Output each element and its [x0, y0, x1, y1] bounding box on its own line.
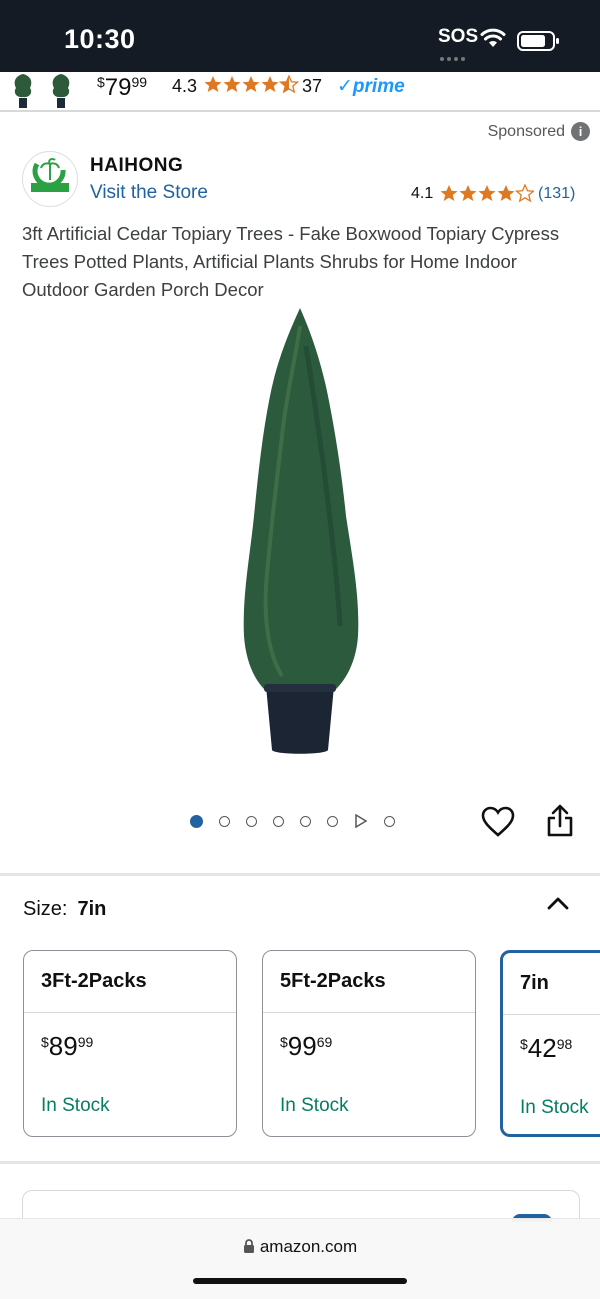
carousel-dot[interactable] [300, 815, 311, 827]
size-option-card-selected[interactable]: 7in $4298 In Stock [500, 950, 600, 1137]
home-indicator[interactable] [193, 1278, 407, 1284]
star-rating-icon[interactable] [440, 184, 534, 204]
product-thumbnail[interactable] [8, 72, 38, 110]
carousel-dot[interactable] [190, 814, 203, 828]
wifi-icon [480, 28, 506, 47]
selected-size-value: 7in [77, 898, 107, 920]
carousel-dot[interactable] [219, 815, 230, 827]
battery-icon [517, 31, 559, 51]
stock-status: In Stock [41, 1095, 110, 1116]
carousel-dot[interactable] [246, 815, 257, 827]
carousel-dot[interactable] [273, 815, 284, 827]
heart-icon[interactable] [481, 806, 515, 838]
brand-logo[interactable] [22, 151, 78, 207]
share-icon[interactable] [545, 804, 575, 838]
url-bar[interactable]: amazon.com [0, 1237, 600, 1257]
size-option-card[interactable]: 3Ft-2Packs $8999 In Stock [23, 950, 237, 1137]
section-divider [0, 1161, 600, 1164]
product-thumbnail[interactable] [46, 72, 76, 110]
chevron-up-icon[interactable] [546, 894, 570, 912]
size-option-name: 5Ft-2Packs [263, 951, 475, 1013]
brand-review-count[interactable]: (131) [538, 185, 575, 203]
product-title: 3ft Artificial Cedar Topiary Trees - Fak… [22, 223, 560, 300]
browser-bottom-bar [0, 1218, 600, 1299]
size-selector-label: Size: 7in [23, 898, 107, 920]
visit-store-link[interactable]: Visit the Store [90, 182, 208, 204]
carousel-dot[interactable] [384, 815, 395, 827]
brand-rating-value: 4.1 [411, 185, 434, 202]
sos-indicator: SOS [438, 26, 479, 47]
size-option-name: 3Ft-2Packs [24, 951, 236, 1013]
size-option-price: $9969 [280, 1031, 333, 1061]
image-carousel-dots[interactable] [190, 812, 411, 830]
sticky-product-strip[interactable] [0, 72, 600, 112]
prime-badge: ✓prime [337, 76, 405, 97]
size-option-price: $8999 [41, 1031, 94, 1061]
size-option-card[interactable]: 5Ft-2Packs $9969 In Stock [262, 950, 476, 1137]
brand-name: HAIHONG [90, 155, 184, 176]
stock-status: In Stock [280, 1095, 349, 1116]
star-rating-icon[interactable] [204, 75, 300, 95]
sticky-price: $7999 [97, 74, 148, 101]
size-option-name: 7in [503, 953, 600, 1015]
size-option-price: $4298 [520, 1033, 573, 1063]
carousel-dot[interactable] [327, 815, 338, 827]
sponsored-label[interactable]: Sponsored i [488, 122, 590, 141]
sticky-rating-value: 4.3 [172, 76, 198, 96]
signal-dots-icon [440, 48, 470, 61]
section-divider [0, 873, 600, 876]
sticky-review-count[interactable]: 37 [302, 76, 322, 97]
stock-status: In Stock [520, 1097, 589, 1118]
video-play-icon[interactable] [354, 814, 368, 828]
lock-icon [243, 1239, 254, 1253]
status-time: 10:30 [64, 24, 136, 54]
product-image[interactable] [230, 306, 370, 758]
info-icon[interactable]: i [571, 122, 590, 141]
status-bar: 10:30 SOS [0, 0, 600, 72]
